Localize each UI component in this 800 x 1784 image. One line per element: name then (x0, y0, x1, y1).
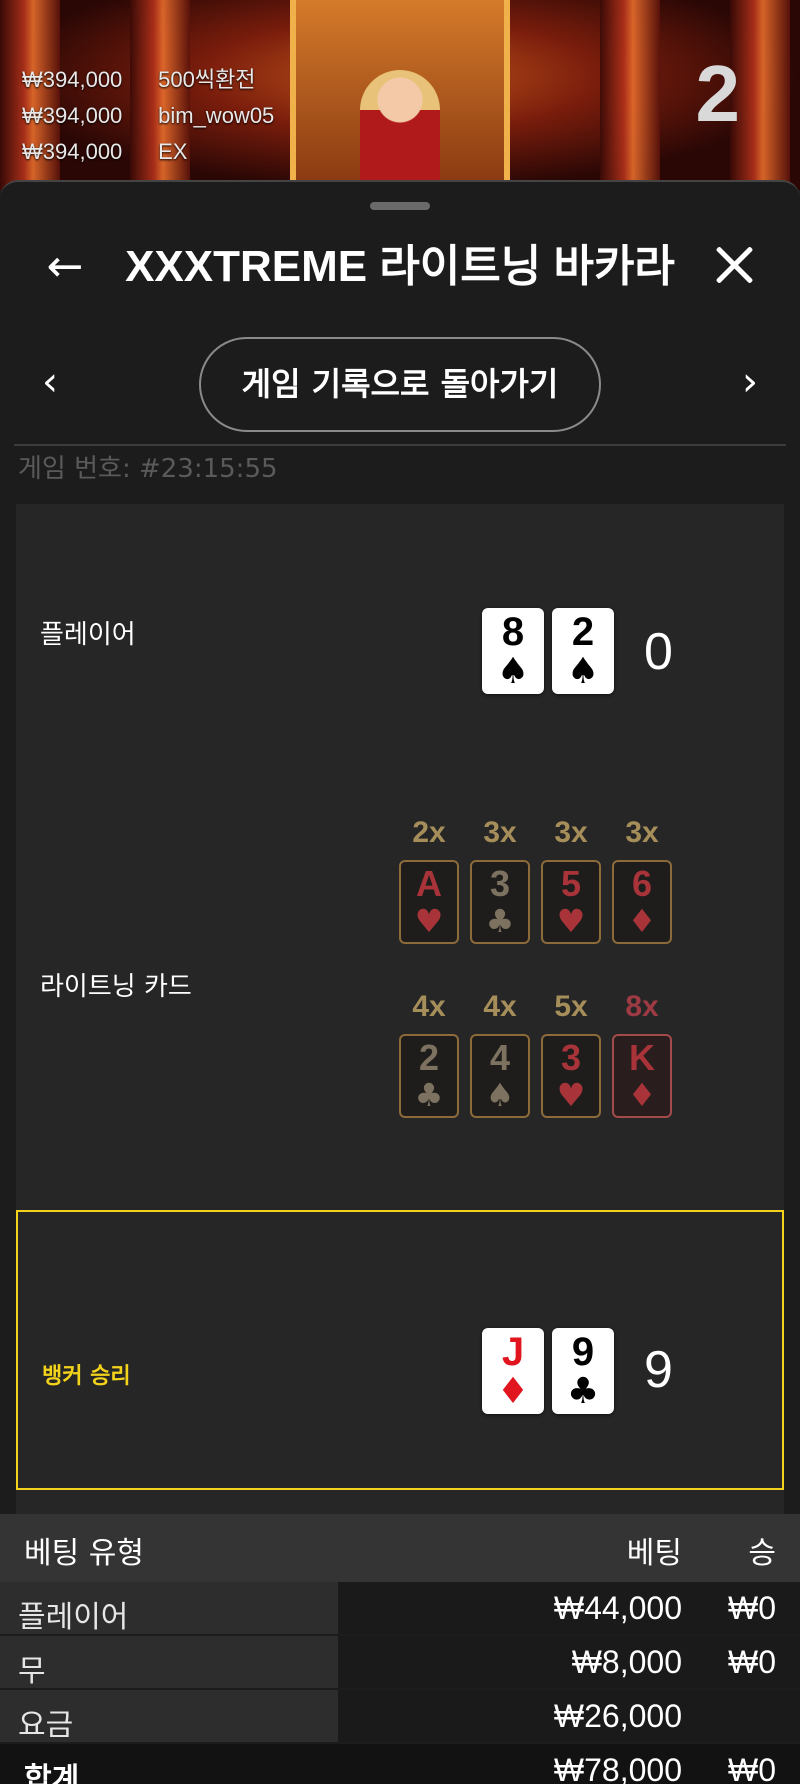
player-score: 0 (644, 623, 673, 681)
card-rank: 3 (560, 1037, 582, 1078)
total-label: 합계 (24, 1762, 80, 1784)
diamond-icon: ♦ (496, 1371, 530, 1412)
column-header-win: 승 (748, 1536, 776, 1571)
table-row: 요금 ₩26,000 (0, 1690, 800, 1743)
sheet-header: ← XXXTREME 라이트닝 바카라 (0, 227, 800, 307)
winner-amount: ₩394,000 (22, 103, 123, 128)
banker-winner-panel: 뱅커 승리 J ♦ 9 ♣ 9 (16, 1210, 784, 1490)
lightning-card: A ♥ (399, 860, 459, 944)
round-results: 플레이어 8 ♠ 2 ♠ 0 라이트닝 카드 2x 3x 3x 3x A ♥ 3… (16, 504, 784, 1520)
round-counter: 2 (695, 49, 741, 138)
winner-name: 500씩환전 (158, 67, 256, 92)
game-number: 게임 번호: #23:15:55 (18, 454, 278, 484)
heart-icon: ♥ (414, 902, 444, 940)
table-row: 무 ₩8,000 ₩0 (0, 1636, 800, 1689)
column-header-bet: 베팅 (626, 1536, 682, 1571)
lightning-card: 2 ♣ (399, 1034, 459, 1118)
card-rank: J (501, 1330, 525, 1374)
spade-icon: ♠ (566, 651, 600, 692)
decor-pillar (600, 0, 660, 190)
back-to-history-button[interactable]: 게임 기록으로 돌아가기 (199, 337, 601, 432)
lightning-card: K ♦ (612, 1034, 672, 1118)
lightning-card: 4 ♠ (470, 1034, 530, 1118)
chevron-right-icon[interactable]: › (725, 357, 775, 407)
bet-type: 플레이어 (18, 1600, 129, 1635)
banker-card: J ♦ (482, 1328, 544, 1414)
spade-icon: ♠ (496, 651, 530, 692)
lightning-card: 6 ♦ (612, 860, 672, 944)
chevron-left-icon[interactable]: ‹ (25, 357, 75, 407)
row-label-cell (0, 1636, 338, 1688)
club-icon: ♣ (414, 1076, 444, 1114)
diamond-icon: ♦ (627, 1076, 657, 1114)
heart-icon: ♥ (556, 1076, 586, 1114)
dealer-figure (360, 70, 440, 190)
player-card: 2 ♠ (552, 608, 614, 694)
page-title: XXXTREME 라이트닝 바카라 (125, 242, 675, 291)
table-row: 플레이어 ₩44,000 ₩0 (0, 1582, 800, 1635)
bet-amount: ₩26,000 (553, 1698, 682, 1734)
card-rank: 9 (571, 1330, 595, 1374)
card-rank: A (416, 863, 442, 904)
multiplier-badge: 5x (554, 990, 588, 1023)
lightning-cards-label: 라이트닝 카드 (40, 972, 192, 1002)
banker-score: 9 (644, 1341, 673, 1399)
card-rank: 6 (631, 863, 653, 904)
winner-name: bim_wow05 (158, 103, 275, 128)
bet-amount: ₩8,000 (571, 1644, 682, 1680)
bet-type: 요금 (18, 1708, 74, 1743)
banker-win-label: 뱅커 승리 (42, 1364, 131, 1389)
banker-card: 9 ♣ (552, 1328, 614, 1414)
winner-row: ₩394,000 bim_wow05 (22, 98, 274, 134)
multiplier-badge: 3x (625, 816, 659, 849)
winner-amount: ₩394,000 (22, 139, 123, 164)
club-icon: ♣ (566, 1371, 600, 1412)
sheet-drag-handle[interactable] (370, 202, 430, 210)
card-rank: 5 (560, 863, 582, 904)
game-history-sheet: ← XXXTREME 라이트닝 바카라 ‹ 게임 기록으로 돌아가기 › 게임 … (0, 180, 800, 1784)
arrow-left-icon[interactable]: ← (40, 242, 90, 292)
lightning-card: 3 ♥ (541, 1034, 601, 1118)
multiplier-badge: 3x (483, 816, 517, 849)
bets-table: 베팅 유형 베팅 승 플레이어 ₩44,000 ₩0 무 ₩8,000 ₩0 요… (0, 1514, 800, 1784)
card-rank: 2 (571, 610, 595, 654)
multiplier-badge: 4x (412, 990, 446, 1023)
column-header-type: 베팅 유형 (24, 1536, 144, 1571)
club-icon: ♣ (485, 902, 515, 940)
card-rank: 3 (489, 863, 511, 904)
card-rank: K (629, 1037, 655, 1078)
multiplier-badge: 4x (483, 990, 517, 1023)
table-header: 베팅 유형 베팅 승 (0, 1514, 800, 1582)
recent-winners-list: ₩394,000 500씩환전 ₩394,000 bim_wow05 ₩394,… (22, 62, 274, 170)
close-icon[interactable] (708, 239, 760, 291)
multiplier-badge: 3x (554, 816, 588, 849)
bet-type: 무 (18, 1654, 46, 1689)
winner-amount: ₩394,000 (22, 67, 123, 92)
table-total-row: 합계 ₩78,000 ₩0 (0, 1744, 800, 1784)
win-amount: ₩0 (728, 1644, 776, 1680)
winner-name: EX (158, 139, 188, 164)
multiplier-badge: 8x (625, 990, 659, 1023)
win-amount: ₩0 (728, 1590, 776, 1626)
spade-icon: ♠ (485, 1076, 515, 1114)
card-rank: 2 (418, 1037, 440, 1078)
player-card: 8 ♠ (482, 608, 544, 694)
lightning-card: 5 ♥ (541, 860, 601, 944)
heart-icon: ♥ (556, 902, 586, 940)
winner-row: ₩394,000 EX (22, 134, 274, 170)
bet-amount: ₩44,000 (553, 1590, 682, 1626)
winner-row: ₩394,000 500씩환전 (22, 62, 274, 98)
total-win-amount: ₩0 (728, 1752, 776, 1784)
card-rank: 4 (489, 1037, 511, 1078)
round-navigation: ‹ 게임 기록으로 돌아가기 › (0, 337, 800, 432)
lightning-card: 3 ♣ (470, 860, 530, 944)
live-video-stream: ₩394,000 500씩환전 ₩394,000 bim_wow05 ₩394,… (0, 0, 800, 190)
divider (14, 444, 786, 446)
diamond-icon: ♦ (627, 902, 657, 940)
card-rank: 8 (501, 610, 525, 654)
total-bet-amount: ₩78,000 (553, 1752, 682, 1784)
player-label: 플레이어 (40, 620, 136, 650)
multiplier-badge: 2x (412, 816, 446, 849)
